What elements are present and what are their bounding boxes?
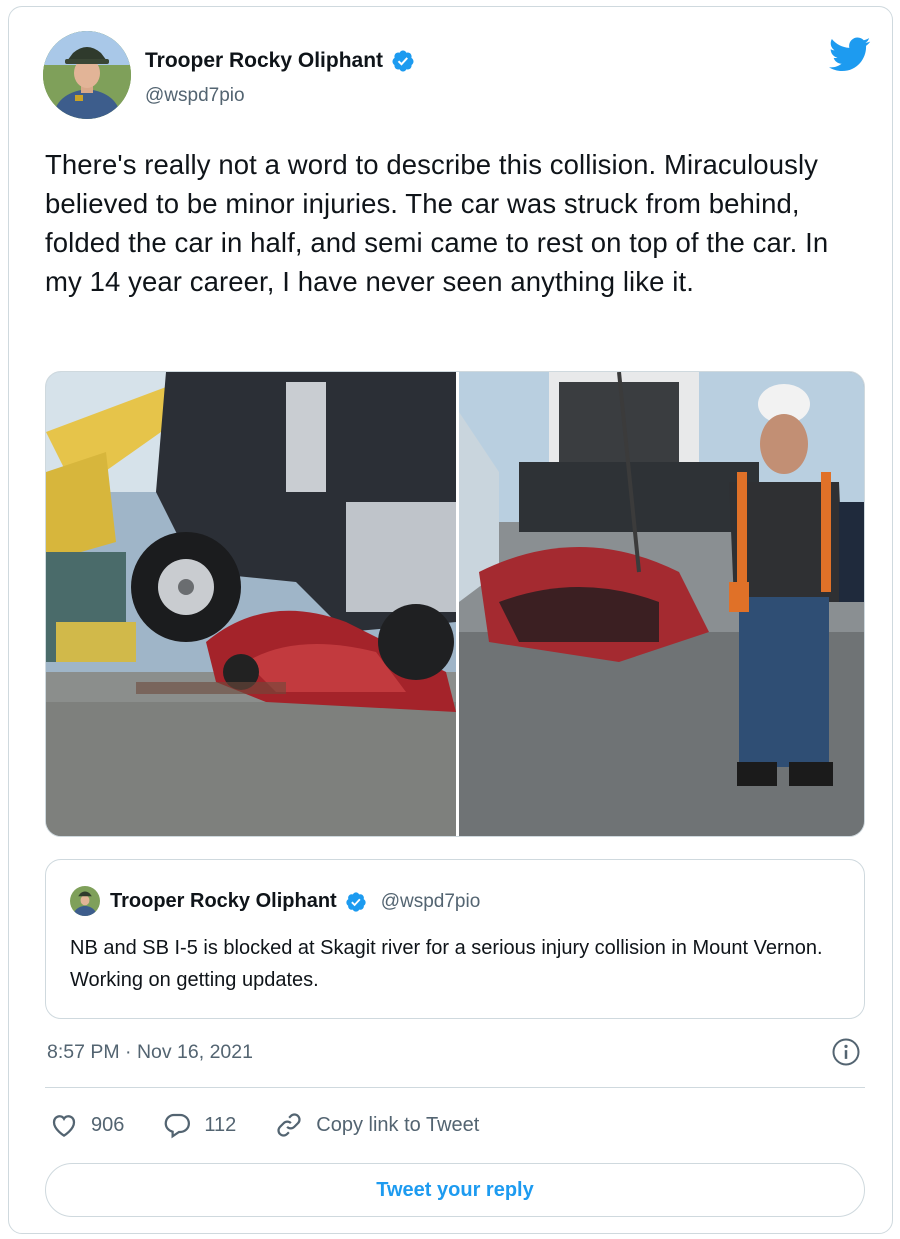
author-name-line: Trooper Rocky Oliphant [145,49,415,73]
trooper-avatar-icon [43,31,131,119]
quoted-author-name[interactable]: Trooper Rocky Oliphant [110,890,337,913]
tweet-media [45,371,865,837]
quoted-author-handle[interactable]: @wspd7pio [381,891,481,913]
verified-badge-icon [392,50,414,72]
quoted-author-line: Trooper Rocky Oliphant @wspd7pio [110,890,480,913]
like-count: 906 [91,1113,125,1136]
reply-count-button[interactable]: 112 [162,1110,236,1140]
author-name[interactable]: Trooper Rocky Oliphant [145,49,383,73]
tweet-your-reply-button[interactable]: Tweet your reply [45,1163,865,1217]
like-button[interactable]: 906 [49,1110,124,1140]
copy-link-label: Copy link to Tweet [316,1113,480,1136]
tweet-photo-1[interactable] [46,372,456,836]
author-handle[interactable]: @wspd7pio [145,85,245,107]
heart-icon [52,1115,76,1137]
reply-bubble-icon [164,1113,191,1139]
link-icon [277,1113,301,1137]
quoted-tweet[interactable]: Trooper Rocky Oliphant @wspd7pio NB and … [45,859,865,1019]
tweet-card: Trooper Rocky Oliphant @wspd7pio There's… [8,6,893,1234]
divider [45,1087,865,1088]
twitter-bird-icon[interactable] [829,37,871,73]
tweet-text: There's really not a word to describe th… [45,149,829,297]
info-icon[interactable] [831,1037,861,1067]
copy-link-button[interactable]: Copy link to Tweet [274,1110,479,1140]
tweet-photo-2[interactable] [459,372,864,836]
trooper-avatar-icon [70,886,100,916]
verified-badge-icon [346,891,366,912]
tweet-header: Trooper Rocky Oliphant @wspd7pio [43,31,873,121]
quoted-tweet-text: NB and SB I-5 is blocked at Skagit river… [70,937,823,991]
reply-count: 112 [204,1113,237,1136]
tweet-timestamp[interactable]: 8:57 PM · Nov 16, 2021 [47,1041,253,1064]
tweet-actions: 906 112 Copy link to Tweet [49,1107,479,1143]
author-avatar[interactable] [43,31,131,119]
quoted-author-avatar[interactable] [70,886,100,916]
